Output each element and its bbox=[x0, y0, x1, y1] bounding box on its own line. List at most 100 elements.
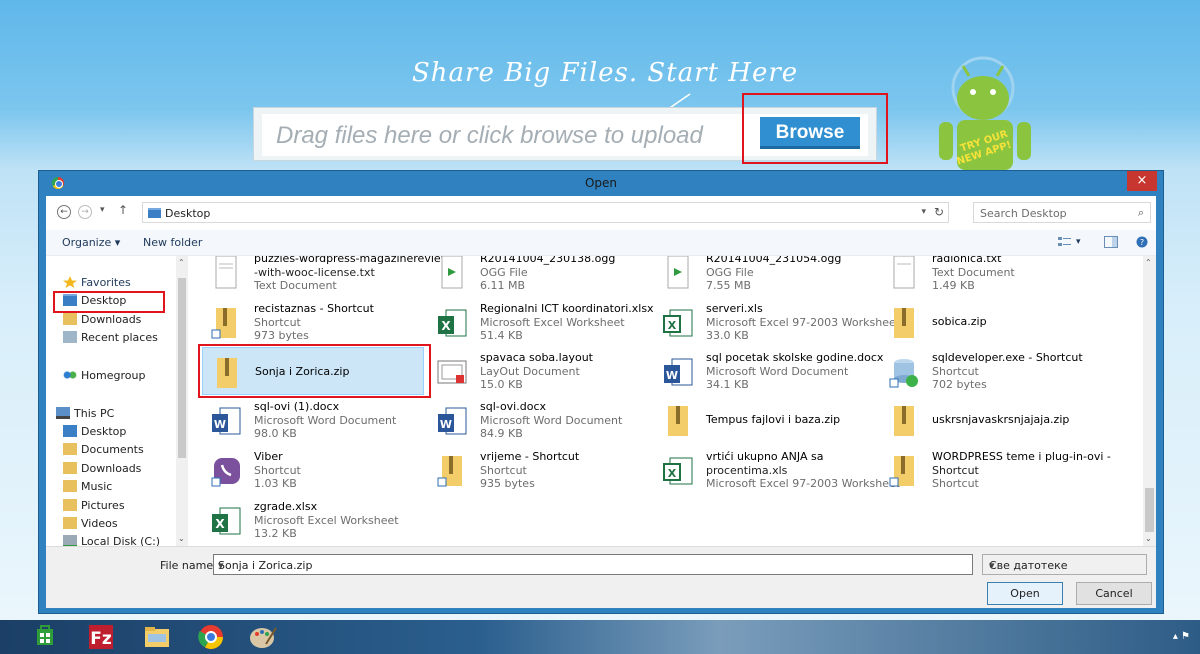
chrome-icon[interactable] bbox=[188, 622, 234, 652]
file-item[interactable]: spavaca soba.layout LayOut Document 15.0… bbox=[428, 347, 650, 395]
file-name: puzzles-wordpress-magazinereview bbox=[254, 256, 450, 265]
paint-icon[interactable] bbox=[240, 622, 286, 652]
cancel-button[interactable]: Cancel bbox=[1076, 582, 1152, 605]
android-app-promo-icon[interactable]: TRY OUR NEW APP! bbox=[925, 40, 1045, 180]
view-dropdown-icon[interactable]: ▾ bbox=[1076, 237, 1081, 247]
file-type: OGG File bbox=[480, 266, 528, 279]
view-options-icon[interactable] bbox=[1058, 236, 1072, 248]
nav-scrollbar[interactable]: ⌃ ⌄ bbox=[176, 256, 188, 546]
forward-icon[interactable]: → bbox=[78, 205, 92, 219]
file-size: 1.03 KB bbox=[254, 477, 297, 490]
organize-button[interactable]: Organize ▾ bbox=[62, 236, 120, 249]
nav-pc-downloads-label: Downloads bbox=[81, 462, 142, 475]
file-item[interactable]: recistaznas - Shortcut Shortcut 973 byte… bbox=[202, 298, 424, 346]
close-button[interactable]: × bbox=[1127, 171, 1157, 191]
new-folder-button[interactable]: New folder bbox=[143, 236, 202, 249]
file-type: Microsoft Word Document bbox=[480, 414, 623, 427]
filename-input[interactable]: Sonja i Zorica.zip ▾ bbox=[213, 554, 973, 575]
file-item[interactable]: puzzles-wordpress-magazinereview -with-w… bbox=[202, 256, 450, 296]
text-document-icon bbox=[215, 256, 237, 289]
file-list-scrollbar[interactable]: ⌃ ⌄ bbox=[1143, 256, 1156, 546]
chevron-down-icon[interactable]: ▾ bbox=[921, 207, 926, 217]
documents-folder-icon bbox=[63, 443, 77, 455]
dialog-titlebar[interactable]: Open × bbox=[39, 171, 1163, 195]
file-item[interactable]: uskrsnjavaskrsnjajaja.zip bbox=[880, 396, 1102, 444]
search-input[interactable]: Search Desktop ⌕ bbox=[973, 202, 1151, 223]
svg-text:X: X bbox=[215, 517, 225, 531]
recent-places-icon bbox=[63, 331, 77, 343]
homegroup-icon bbox=[63, 369, 77, 381]
nav-scroll-thumb[interactable] bbox=[178, 278, 186, 458]
file-size: 15.0 KB bbox=[480, 378, 523, 391]
file-size: 7.55 MB bbox=[706, 279, 752, 292]
highlight-selected-file bbox=[198, 344, 431, 398]
file-type-filter[interactable]: Све датотеке ▾ bbox=[982, 554, 1147, 575]
excel-icon: X bbox=[663, 309, 693, 337]
file-size: 98.0 KB bbox=[254, 427, 297, 440]
scroll-down-icon[interactable]: ⌄ bbox=[1145, 534, 1152, 543]
file-name: WORDPRESS teme i plug-in-ovi - bbox=[932, 450, 1111, 463]
file-item[interactable]: W sql pocetak skolske godine.docx Micros… bbox=[654, 347, 883, 395]
music-folder-icon bbox=[63, 480, 77, 492]
store-icon[interactable] bbox=[22, 622, 68, 652]
up-icon[interactable]: ↑ bbox=[118, 203, 128, 217]
desktop-folder-icon bbox=[148, 208, 161, 218]
file-item[interactable]: radionica.txt Text Document 1.49 KB bbox=[880, 256, 1102, 296]
svg-text:X: X bbox=[441, 319, 451, 333]
file-item[interactable]: X serveri.xls Microsoft Excel 97-2003 Wo… bbox=[654, 298, 900, 346]
refresh-icon[interactable]: ↻ bbox=[934, 205, 944, 219]
shortcut-folder-icon bbox=[889, 456, 914, 487]
file-type: Shortcut bbox=[932, 477, 979, 490]
file-item[interactable]: Tempus fajlovi i baza.zip bbox=[654, 396, 876, 444]
dialog-title: Open bbox=[584, 176, 618, 190]
filezilla-icon[interactable]: Fz bbox=[78, 622, 124, 652]
scroll-down-icon[interactable]: ⌄ bbox=[178, 534, 185, 543]
back-icon[interactable]: ← bbox=[57, 205, 71, 219]
videos-folder-icon bbox=[63, 517, 77, 529]
nav-this-pc-label: This PC bbox=[74, 407, 115, 420]
file-item[interactable]: X Regionalni ICT koordinatori.xlsx Micro… bbox=[428, 298, 654, 346]
file-name: sql-ovi.docx bbox=[480, 400, 547, 413]
svg-text:X: X bbox=[668, 319, 677, 332]
file-explorer-icon[interactable] bbox=[134, 622, 180, 652]
file-item[interactable]: Viber Shortcut 1.03 KB bbox=[202, 446, 424, 494]
file-type: LayOut Document bbox=[480, 365, 580, 378]
file-type: Shortcut bbox=[480, 464, 527, 477]
open-button[interactable]: Open bbox=[987, 582, 1063, 605]
media-file-icon bbox=[441, 256, 463, 289]
file-type: Shortcut bbox=[254, 316, 301, 329]
file-item[interactable]: vrijeme - Shortcut Shortcut 935 bytes bbox=[428, 446, 650, 494]
file-item[interactable]: sobica.zip bbox=[880, 298, 1102, 346]
scroll-up-icon[interactable]: ⌃ bbox=[1145, 258, 1152, 267]
file-item[interactable]: sqldeveloper.exe - Shortcut Shortcut 702… bbox=[880, 347, 1102, 395]
file-item[interactable]: WORDPRESS teme i plug-in-ovi - Shortcut … bbox=[880, 446, 1111, 494]
file-item[interactable]: R20141004_231054.ogg OGG File 7.55 MB bbox=[654, 256, 876, 296]
file-list-scroll-thumb[interactable] bbox=[1145, 488, 1154, 532]
file-item[interactable]: X zgrade.xlsx Microsoft Excel Worksheet … bbox=[202, 496, 424, 544]
file-name: R20141004_231054.ogg bbox=[706, 256, 842, 265]
search-icon[interactable]: ⌕ bbox=[1138, 206, 1144, 220]
chevron-down-icon[interactable]: ▾ bbox=[989, 559, 1141, 572]
excel-icon: X bbox=[212, 507, 241, 535]
file-size: 935 bytes bbox=[480, 477, 535, 490]
text-document-icon bbox=[893, 256, 915, 289]
system-tray-icon[interactable]: ▴ ⚑ bbox=[1173, 631, 1190, 642]
preview-pane-icon[interactable] bbox=[1104, 236, 1118, 248]
file-type: OGG File bbox=[706, 266, 754, 279]
downloads-folder-icon bbox=[63, 462, 77, 474]
file-size: 51.4 KB bbox=[480, 329, 523, 342]
file-item[interactable]: R20141004_230138.ogg OGG File 6.11 MB bbox=[428, 256, 650, 296]
word-icon: W bbox=[212, 407, 241, 435]
file-type: Microsoft Excel Worksheet bbox=[480, 316, 625, 329]
recent-locations-icon[interactable]: ▾ bbox=[100, 205, 105, 215]
scroll-up-icon[interactable]: ⌃ bbox=[178, 258, 185, 267]
file-item[interactable]: W sql-ovi.docx Microsoft Word Document 8… bbox=[428, 396, 650, 444]
file-list: puzzles-wordpress-magazinereview -with-w… bbox=[192, 256, 1142, 546]
file-item[interactable]: W sql-ovi (1).docx Microsoft Word Docume… bbox=[202, 396, 424, 444]
help-icon[interactable]: ? bbox=[1136, 236, 1150, 248]
file-size: 13.2 KB bbox=[254, 527, 297, 540]
file-item[interactable]: X vrtići ukupno ANJA sa procentima.xls M… bbox=[654, 446, 900, 494]
navigation-pane: Favorites Desktop Downloads Recent place… bbox=[46, 256, 176, 548]
chevron-down-icon[interactable]: ▾ bbox=[218, 559, 967, 572]
address-bar[interactable]: Desktop ▾ ↻ bbox=[142, 202, 949, 223]
